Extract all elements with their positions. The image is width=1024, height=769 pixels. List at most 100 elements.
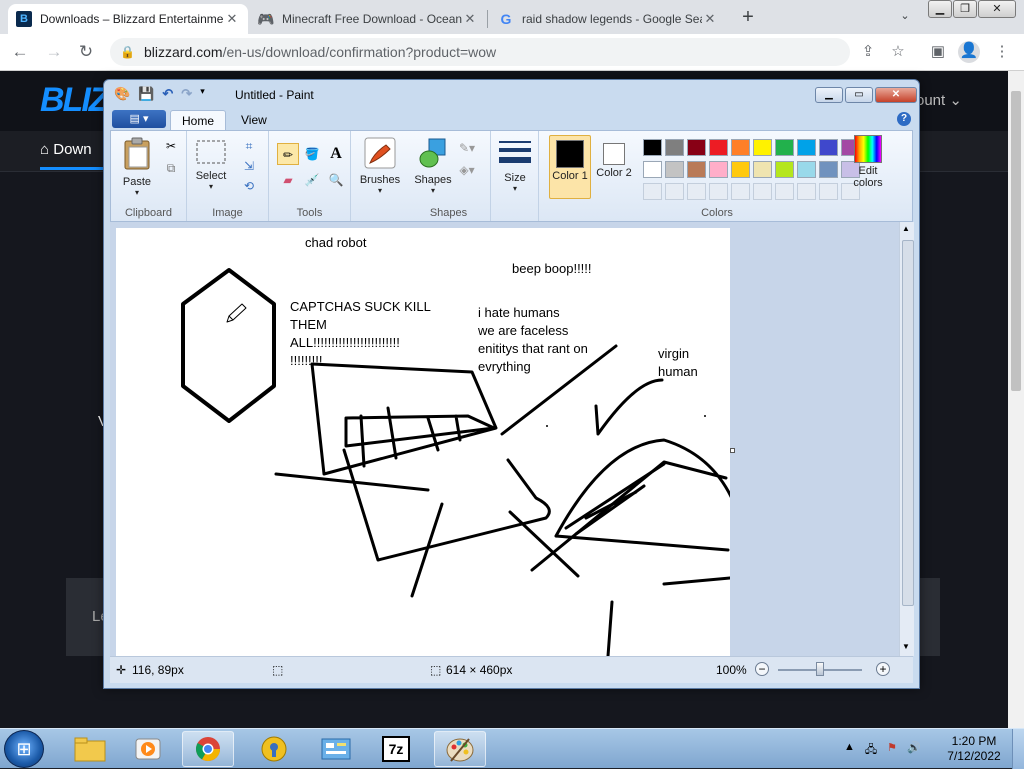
back-arrow-icon[interactable]: ← — [8, 40, 32, 64]
scroll-down-icon[interactable]: ▼ — [902, 642, 910, 651]
palette-custom-slot[interactable] — [731, 183, 750, 200]
canvas-resize-handle[interactable] — [730, 448, 735, 453]
palette-swatch[interactable] — [687, 139, 706, 156]
palette-custom-slot[interactable] — [797, 183, 816, 200]
browser-restore-button[interactable]: ❐ — [953, 0, 977, 18]
undo-icon[interactable]: ↶ — [162, 86, 173, 102]
taskbar-paint-icon[interactable] — [434, 731, 486, 767]
palette-custom-slot[interactable] — [819, 183, 838, 200]
resize-icon[interactable]: ⇲ — [239, 157, 259, 175]
palette-custom-slot[interactable] — [709, 183, 728, 200]
palette-swatch[interactable] — [709, 139, 728, 156]
palette-swatch[interactable] — [731, 161, 750, 178]
zoom-slider-thumb[interactable] — [816, 662, 824, 676]
page-scrollbar-thumb[interactable] — [1011, 91, 1021, 391]
color-picker-icon[interactable]: 💉 — [301, 169, 323, 191]
palette-custom-slot[interactable] — [643, 183, 662, 200]
select-button[interactable]: Select ▾ — [193, 139, 229, 191]
close-tab-icon[interactable]: ✕ — [702, 11, 718, 27]
color1-button[interactable]: Color 1 — [549, 135, 591, 199]
tab-google[interactable]: G raid shadow legends - Google Search ✕ — [490, 4, 726, 34]
forward-arrow-icon[interactable]: → — [42, 40, 66, 64]
network-icon[interactable]: 🖧 — [865, 741, 877, 760]
magnifier-icon[interactable]: 🔍 — [325, 169, 347, 191]
taskbar-explorer-icon[interactable] — [64, 731, 116, 767]
account-menu[interactable]: ount ⌄ — [916, 91, 962, 109]
palette-swatch[interactable] — [665, 139, 684, 156]
paint-minimize-button[interactable]: ▁ — [815, 87, 843, 103]
downloads-nav-item[interactable]: ⌂ Down — [40, 141, 92, 158]
palette-swatch[interactable] — [753, 161, 772, 178]
zoom-in-button[interactable]: + — [876, 662, 890, 676]
palette-swatch[interactable] — [709, 161, 728, 178]
scroll-up-icon[interactable]: ▲ — [902, 224, 910, 233]
paint-titlebar[interactable]: 🎨 💾 ↶ ↷ ▾ Untitled - Paint ▁ ▭ ✕ — [104, 80, 919, 108]
redo-icon[interactable]: ↷ — [181, 86, 192, 102]
address-bar[interactable]: 🔒 blizzard.com/en-us/download/confirmati… — [110, 38, 850, 66]
side-panel-icon[interactable]: ▣ — [928, 42, 948, 62]
paint-app-icon[interactable]: 🎨 — [114, 86, 130, 102]
file-menu-button[interactable]: ▤ ▾ — [112, 110, 166, 128]
taskbar-keepass-icon[interactable] — [248, 731, 300, 767]
palette-swatch[interactable] — [687, 161, 706, 178]
palette-swatch[interactable] — [819, 139, 838, 156]
paint-maximize-button[interactable]: ▭ — [845, 87, 873, 103]
palette-custom-slot[interactable] — [753, 183, 772, 200]
palette-swatch[interactable] — [775, 139, 794, 156]
canvas-scrollbar-thumb[interactable] — [902, 240, 914, 606]
customize-qat-icon[interactable]: ▾ — [200, 86, 205, 102]
palette-swatch[interactable] — [643, 161, 662, 178]
palette-swatch[interactable] — [753, 139, 772, 156]
cut-scissors-icon[interactable]: ✂ — [161, 137, 181, 155]
size-button[interactable]: Size ▾ — [497, 139, 533, 193]
browser-minimize-button[interactable]: ▁ — [928, 0, 952, 18]
outline-icon[interactable]: ✎▾ — [457, 139, 477, 157]
zoom-out-button[interactable]: − — [755, 662, 769, 676]
reload-icon[interactable]: ↻ — [74, 40, 98, 64]
action-center-flag-icon[interactable]: ⚑ — [887, 741, 897, 760]
palette-swatch[interactable] — [775, 161, 794, 178]
fill-bucket-icon[interactable]: 🪣 — [301, 143, 323, 165]
tab-search-chevron-icon[interactable]: ⌄ — [896, 7, 914, 25]
volume-icon[interactable]: 🔊 — [907, 741, 921, 760]
paint-close-button[interactable]: ✕ — [875, 87, 917, 103]
taskbar-media-player-icon[interactable] — [122, 731, 174, 767]
bookmark-star-icon[interactable]: ☆ — [888, 42, 908, 62]
palette-swatch[interactable] — [797, 139, 816, 156]
text-tool-icon[interactable]: A — [325, 143, 347, 165]
paste-button[interactable]: Paste ▾ — [117, 137, 157, 197]
tab-blizzard[interactable]: B Downloads – Blizzard Entertainment ✕ — [8, 4, 248, 34]
browser-close-button[interactable]: ✕ — [978, 0, 1016, 18]
tray-expand-icon[interactable]: ▲ — [844, 741, 855, 760]
taskbar-chrome-icon[interactable] — [182, 731, 234, 767]
save-icon[interactable]: 💾 — [138, 86, 154, 102]
rotate-icon[interactable]: ⟲ — [239, 177, 259, 195]
palette-swatch[interactable] — [819, 161, 838, 178]
taskbar-control-panel-icon[interactable] — [310, 731, 362, 767]
tab-home[interactable]: Home — [170, 110, 227, 130]
help-icon[interactable]: ? — [897, 112, 911, 126]
taskbar-clock[interactable]: 1:20 PM 7/12/2022 — [944, 734, 1004, 764]
show-desktop-button[interactable] — [1012, 729, 1024, 769]
page-scrollbar[interactable] — [1008, 71, 1024, 728]
palette-custom-slot[interactable] — [687, 183, 706, 200]
palette-swatch[interactable] — [797, 161, 816, 178]
pencil-icon[interactable]: ✏ — [277, 143, 299, 165]
share-icon[interactable]: ⇪ — [858, 42, 878, 62]
kebab-menu-icon[interactable]: ⋮ — [992, 42, 1012, 62]
tab-view[interactable]: View — [230, 110, 278, 130]
shapes-button[interactable]: Shapes ▾ — [413, 137, 453, 195]
new-tab-plus-icon[interactable]: + — [736, 5, 760, 29]
eraser-icon[interactable]: ▰ — [277, 169, 299, 191]
color2-button[interactable]: Color 2 — [593, 135, 635, 179]
palette-swatch[interactable] — [731, 139, 750, 156]
brushes-button[interactable]: Brushes ▾ — [357, 137, 403, 195]
edit-colors-button[interactable]: Edit colors — [845, 135, 891, 189]
fill-icon[interactable]: ◈▾ — [457, 161, 477, 179]
palette-custom-slot[interactable] — [665, 183, 684, 200]
crop-icon[interactable]: ⌗ — [239, 137, 259, 155]
profile-avatar-icon[interactable]: 👤 — [958, 41, 980, 63]
close-tab-icon[interactable]: ✕ — [224, 11, 240, 27]
palette-swatch[interactable] — [665, 161, 684, 178]
canvas-vertical-scrollbar[interactable]: ▲ ▼ — [899, 222, 914, 656]
